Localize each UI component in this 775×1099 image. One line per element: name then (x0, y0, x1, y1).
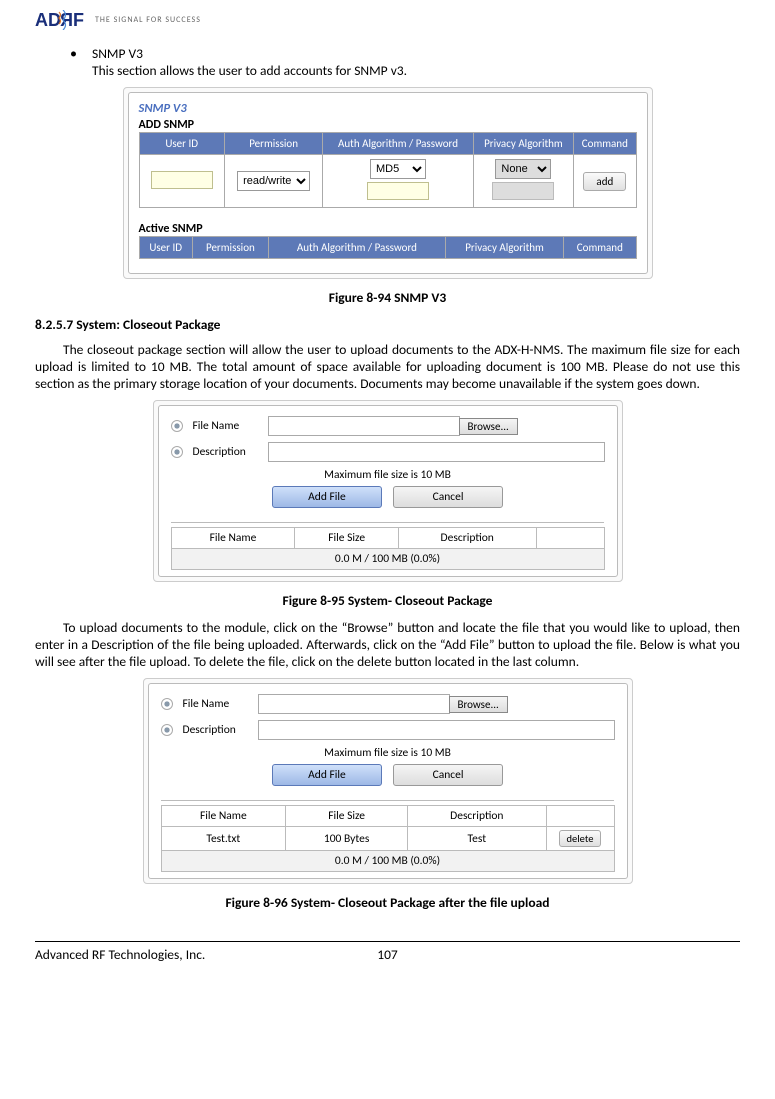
col-userid: User ID (139, 133, 224, 155)
cancel-button[interactable]: Cancel (393, 764, 503, 786)
usage-text: 0.0 M / 100 MB (0.0%) (171, 549, 605, 570)
radio-icon[interactable] (161, 724, 173, 736)
col-auth: Auth Algorithm / Password (323, 133, 473, 155)
col-permission-2: Permission (192, 237, 268, 259)
col-file-size: File Size (295, 528, 398, 549)
section-paragraph: The closeout package section will allow … (35, 341, 740, 392)
col-permission: Permission (224, 133, 323, 155)
userid-input[interactable] (151, 171, 213, 189)
permission-select[interactable]: read/write (237, 171, 310, 191)
col-auth-2: Auth Algorithm / Password (268, 237, 445, 259)
col-file-name: File Name (161, 806, 286, 827)
col-action (536, 528, 604, 549)
file-list-table-filled: File Name File Size Description Test.txt… (161, 800, 615, 851)
file-name-label: File Name (193, 419, 268, 433)
max-size-text: Maximum file size is 10 MB (161, 746, 615, 760)
description-input[interactable] (268, 442, 605, 462)
svg-text:F: F (73, 10, 84, 30)
page-header: AD R F THE SIGNAL FOR SUCCESS (35, 10, 740, 30)
col-privacy-2: Privacy Algorithm (445, 237, 563, 259)
cell-file-name: Test.txt (161, 827, 286, 851)
page-footer: Advanced RF Technologies, Inc. 107 (35, 941, 740, 963)
add-snmp-table: User ID Permission Auth Algorithm / Pass… (139, 132, 637, 208)
table-row: Test.txt 100 Bytes Test delete (161, 827, 614, 851)
browse-button[interactable]: Browse... (449, 696, 508, 713)
col-file-name: File Name (171, 528, 295, 549)
snmp-panel-title: SNMP V3 (139, 101, 637, 116)
privacy-password-input[interactable] (492, 182, 554, 200)
svg-text:R: R (60, 10, 73, 30)
bullet-icon: • (70, 45, 92, 62)
privacy-select[interactable]: None (495, 159, 551, 179)
usage-text: 0.0 M / 100 MB (0.0%) (161, 851, 615, 872)
auth-select[interactable]: MD5 (370, 159, 426, 179)
radio-icon[interactable] (161, 698, 173, 710)
snmp-bullet-block: • SNMP V3 This section allows the user t… (70, 45, 740, 79)
cancel-button[interactable]: Cancel (393, 486, 503, 508)
active-snmp-label: Active SNMP (139, 222, 637, 236)
bullet-title: SNMP V3 (92, 45, 143, 62)
bullet-body: This section allows the user to add acco… (92, 62, 740, 79)
col-privacy: Privacy Algorithm (473, 133, 574, 155)
file-name-input[interactable] (268, 416, 460, 436)
radio-icon[interactable] (171, 446, 183, 458)
cell-file-size: 100 Bytes (286, 827, 408, 851)
file-list-table: File Name File Size Description (171, 522, 605, 549)
col-command: Command (574, 133, 636, 155)
closeout-panel-1: File Name Browse... Description Maximum … (153, 400, 623, 582)
section-heading: 8.2.5.7 System: Closeout Package (35, 316, 740, 333)
col-command-2: Command (564, 237, 636, 259)
add-file-button[interactable]: Add File (272, 764, 382, 786)
footer-company: Advanced RF Technologies, Inc. (35, 946, 270, 963)
figure-caption-3: Figure 8-96 System- Closeout Package aft… (35, 894, 740, 911)
upload-paragraph: To upload documents to the module, click… (35, 619, 740, 670)
col-description: Description (398, 528, 536, 549)
add-snmp-label: ADD SNMP (139, 118, 637, 132)
max-size-text: Maximum file size is 10 MB (171, 468, 605, 482)
logo-tagline: THE SIGNAL FOR SUCCESS (95, 15, 201, 25)
snmp-panel: SNMP V3 ADD SNMP User ID Permission Auth… (123, 87, 653, 279)
browse-button[interactable]: Browse... (459, 418, 518, 435)
radio-icon[interactable] (171, 420, 183, 432)
add-file-button[interactable]: Add File (272, 486, 382, 508)
description-input[interactable] (258, 720, 615, 740)
file-name-label: File Name (183, 697, 258, 711)
svg-text:AD: AD (35, 10, 61, 30)
col-action (546, 806, 614, 827)
col-userid-2: User ID (139, 237, 192, 259)
figure-caption-1: Figure 8-94 SNMP V3 (35, 289, 740, 306)
cell-description: Test (408, 827, 546, 851)
col-description: Description (408, 806, 546, 827)
figure-caption-2: Figure 8-95 System- Closeout Package (35, 592, 740, 609)
description-label: Description (183, 723, 258, 737)
col-file-size: File Size (286, 806, 408, 827)
delete-button[interactable]: delete (559, 830, 602, 847)
description-label: Description (193, 445, 268, 459)
adrf-logo: AD R F (35, 10, 89, 30)
footer-page: 107 (270, 946, 505, 963)
closeout-panel-2: File Name Browse... Description Maximum … (143, 678, 633, 884)
add-button[interactable]: add (583, 172, 626, 191)
auth-password-input[interactable] (367, 182, 429, 200)
file-name-input[interactable] (258, 694, 450, 714)
active-snmp-table: User ID Permission Auth Algorithm / Pass… (139, 236, 637, 259)
